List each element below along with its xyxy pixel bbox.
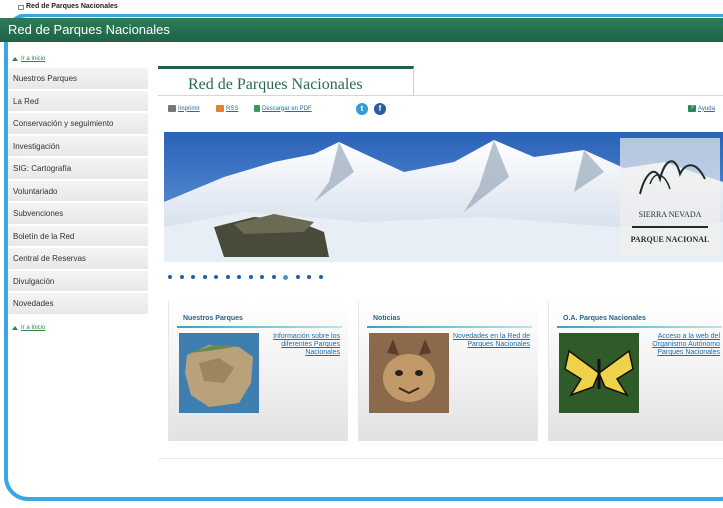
- main-tab[interactable]: Red de Parques Nacionales: [158, 66, 414, 96]
- sidebar-item-divulgacion[interactable]: Divulgación: [8, 270, 148, 292]
- card-nuestros-parques: Nuestros Parques Información sobre los d…: [168, 301, 348, 441]
- window-title: Red de Parques Nacionales: [26, 3, 118, 10]
- logo-text-parque-nacional: PARQUE NACIONAL: [630, 235, 710, 244]
- park-logo: SIERRA NEVADA PARQUE NACIONAL: [620, 138, 720, 256]
- printer-icon: [168, 105, 176, 112]
- carousel-dot[interactable]: [168, 275, 172, 279]
- sidebar-item-novedades[interactable]: Novedades: [8, 293, 148, 315]
- site-banner: Red de Parques Nacionales: [0, 18, 723, 42]
- skip-to-top-link[interactable]: Ir a Inicio: [8, 52, 148, 66]
- map-icon: [179, 333, 259, 413]
- sierra-nevada-logo-icon: [639, 160, 706, 195]
- card-title: Nuestros Parques: [183, 315, 243, 322]
- sidebar-item-conservacion[interactable]: Conservación y seguimiento: [8, 113, 148, 135]
- arrow-up-icon: [12, 57, 18, 61]
- logo-divider: [632, 226, 708, 228]
- print-label: Imprimir: [178, 105, 200, 112]
- sidebar-item-sig[interactable]: SIG: Cartografía: [8, 158, 148, 180]
- carousel-dot[interactable]: [225, 275, 230, 279]
- card-link-oa-parques[interactable]: Acceso a la web del Organismo Autónomo P…: [642, 333, 720, 357]
- tab-divider: [158, 95, 723, 96]
- card-title: Noticias: [373, 315, 401, 322]
- rss-icon: [216, 105, 224, 112]
- help-link[interactable]: ? Ayuda: [688, 105, 715, 112]
- card-divider: [557, 326, 722, 328]
- lynx-photo-icon: [369, 333, 449, 413]
- rss-link[interactable]: RSS: [216, 105, 238, 112]
- logo-text-sierra-nevada: SIERRA NEVADA: [638, 210, 702, 219]
- carousel-dot[interactable]: [260, 275, 264, 279]
- carousel-dot[interactable]: [248, 275, 253, 279]
- window-title-bar: Red de Parques Nacionales: [0, 0, 723, 14]
- sidebar: Ir a Inicio Nuestros Parques La Red Cons…: [8, 52, 148, 335]
- news-photo-lynx[interactable]: [369, 333, 449, 413]
- rss-label: RSS: [226, 105, 239, 112]
- carousel-dot[interactable]: [214, 275, 218, 279]
- carousel-dot[interactable]: [271, 275, 276, 279]
- carousel-dot[interactable]: [202, 275, 207, 279]
- card-link-noticias[interactable]: Novedades en la Red de Parques Nacionale…: [452, 333, 530, 349]
- site-title: Red de Parques Nacionales: [8, 22, 170, 37]
- sidebar-item-nuestros-parques[interactable]: Nuestros Parques: [8, 68, 148, 90]
- pdf-download-link[interactable]: Descargar en PDF: [254, 105, 312, 112]
- carousel-pagination: [168, 274, 323, 280]
- carousel-dot[interactable]: [191, 275, 195, 279]
- sidebar-item-boletin[interactable]: Boletín de la Red: [8, 225, 148, 247]
- card-link-parques[interactable]: Información sobre los diferentes Parques…: [262, 333, 340, 357]
- butterfly-icon: [559, 333, 639, 413]
- toolbar: Imprimir RSS Descargar en PDF t f ? Ayud…: [168, 103, 723, 119]
- sidebar-item-central-reservas[interactable]: Central de Reservas: [8, 248, 148, 270]
- card-noticias: Noticias Novedades en la Red de Parques …: [358, 301, 538, 441]
- sidebar-item-la-red[interactable]: La Red: [8, 90, 148, 112]
- card-title: O.A. Parques Nacionales: [563, 315, 646, 322]
- pdf-label: Descargar en PDF: [262, 105, 312, 112]
- arrow-up-icon: [12, 325, 18, 330]
- card-divider: [367, 326, 532, 328]
- download-icon: [254, 105, 260, 112]
- card-divider: [177, 326, 342, 328]
- carousel-dot[interactable]: [307, 275, 311, 279]
- sidebar-item-investigacion[interactable]: Investigación: [8, 135, 148, 157]
- help-label: Ayuda: [698, 105, 715, 112]
- carousel-dot[interactable]: [295, 275, 300, 279]
- main-tab-title: Red de Parques Nacionales: [188, 76, 363, 93]
- spain-map-image[interactable]: [179, 333, 259, 413]
- carousel-dot-active[interactable]: [283, 274, 288, 280]
- skip-to-top-label: Ir a Inicio: [21, 324, 46, 331]
- footer-divider: [158, 458, 723, 459]
- skip-to-top-link-bottom[interactable]: Ir a Inicio: [8, 321, 148, 335]
- carousel-dot[interactable]: [318, 275, 323, 279]
- carousel-dot[interactable]: [237, 275, 241, 279]
- butterfly-image[interactable]: [559, 333, 639, 413]
- help-icon: ?: [688, 105, 696, 112]
- card-oa-parques: O.A. Parques Nacionales Acceso a la web …: [548, 301, 723, 441]
- twitter-icon[interactable]: t: [356, 103, 368, 115]
- print-link[interactable]: Imprimir: [168, 105, 200, 112]
- page-icon: [18, 5, 24, 10]
- sidebar-item-subvenciones[interactable]: Subvenciones: [8, 203, 148, 225]
- facebook-icon[interactable]: f: [374, 103, 386, 115]
- sidebar-item-voluntariado[interactable]: Voluntariado: [8, 180, 148, 202]
- carousel-dot[interactable]: [179, 275, 184, 279]
- skip-to-top-label: Ir a Inicio: [21, 56, 46, 62]
